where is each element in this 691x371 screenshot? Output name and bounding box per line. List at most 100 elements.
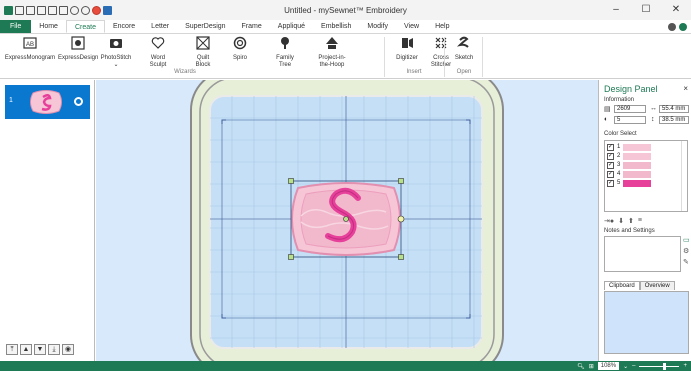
tab-letter[interactable]: Letter: [143, 20, 177, 33]
express-design-button[interactable]: ExpressDesign: [58, 36, 98, 62]
tab-view[interactable]: View: [396, 20, 427, 33]
digitizer-button[interactable]: Digitizer: [392, 36, 422, 62]
tab-row-icons: [668, 20, 691, 33]
resize-handle-bottom-right: [398, 254, 404, 260]
resize-handle-top-right: [398, 178, 404, 184]
color-checkbox[interactable]: ✓: [607, 170, 614, 178]
color-row[interactable]: ✓ 2: [607, 152, 652, 160]
sketch-icon: [456, 36, 469, 48]
stitch-count-icon: ▤: [604, 106, 611, 113]
ribbon-tab-row: File Home Create Encore Letter SuperDesi…: [0, 20, 691, 34]
color-row[interactable]: ✓ 5: [607, 179, 652, 187]
zoom-out-button[interactable]: –: [632, 363, 635, 369]
export-icon[interactable]: [48, 5, 57, 15]
move-up-button[interactable]: ▲: [20, 344, 32, 355]
color-checkbox[interactable]: ✓: [607, 179, 614, 187]
color-swatch: [623, 143, 652, 151]
save-as-icon[interactable]: [37, 5, 46, 15]
color-list-scrollbar[interactable]: [681, 141, 687, 211]
width-icon: ↔: [650, 105, 657, 112]
color-row[interactable]: ✓ 3: [607, 161, 652, 169]
design-panel-close-button[interactable]: ×: [683, 84, 688, 93]
redo-icon[interactable]: [81, 5, 90, 15]
color-select-label: Color Select: [604, 131, 637, 137]
minimize-button[interactable]: –: [601, 0, 631, 20]
color-checkbox[interactable]: ✓: [607, 161, 614, 169]
work-area[interactable]: [96, 80, 598, 361]
family-tree-button[interactable]: Family Tree: [270, 36, 300, 69]
tab-create[interactable]: Create: [65, 20, 105, 33]
maximize-button[interactable]: ☐: [631, 0, 661, 20]
tab-encore[interactable]: Encore: [105, 20, 143, 33]
color-sequence-buttons: ⇥● ⬇ ⬆ ≡: [604, 217, 642, 225]
tree-icon: [281, 37, 289, 49]
tab-overview[interactable]: Overview: [639, 281, 675, 290]
zoom-level[interactable]: 108%: [597, 362, 620, 370]
color-count-icon: ◐: [604, 116, 609, 123]
color-icon[interactable]: [92, 5, 101, 15]
thread-list-icon[interactable]: ≡: [638, 217, 642, 225]
design-panel: Design Panel × Information ▤ 2609 ↔ 55.4…: [598, 80, 691, 361]
tab-clipboard[interactable]: Clipboard: [604, 281, 640, 290]
move-to-bottom-button[interactable]: ⤓: [48, 344, 60, 355]
visibility-toggle-icon[interactable]: [74, 97, 83, 106]
comment-icon[interactable]: ▭: [683, 236, 691, 245]
move-to-top-button[interactable]: ⤒: [6, 344, 18, 355]
camera-icon: [110, 39, 122, 48]
close-button[interactable]: ✕: [661, 0, 691, 20]
tab-home[interactable]: Home: [31, 20, 66, 33]
zoom-dropdown-icon[interactable]: ⌄: [623, 363, 628, 370]
tab-superdesign[interactable]: SuperDesign: [177, 20, 233, 33]
color-group-icon[interactable]: ⇥●: [604, 217, 614, 225]
new-icon[interactable]: [15, 5, 24, 15]
move-color-up-icon[interactable]: ⬆: [628, 217, 634, 225]
express-monogram-button[interactable]: AB ExpressMonogram: [4, 36, 56, 62]
color-row[interactable]: ✓ 4: [607, 170, 652, 178]
design-thumbnail[interactable]: 1: [5, 85, 90, 119]
help-icon[interactable]: [679, 22, 687, 31]
color-row[interactable]: ✓ 1: [607, 143, 652, 151]
tab-file[interactable]: File: [0, 20, 32, 33]
zoom-icon[interactable]: 🔍︎: [577, 363, 585, 370]
digitizer-icon: [402, 38, 413, 48]
quilt-block-button[interactable]: Quilt Block: [188, 36, 218, 69]
cloud-icon[interactable]: [668, 22, 676, 31]
pencil-icon[interactable]: ✎: [683, 258, 691, 267]
app-icon: [4, 5, 13, 15]
zoom-slider[interactable]: [639, 362, 680, 370]
spiro-icon: [233, 36, 247, 50]
rotate-handle: [397, 215, 405, 223]
show-hide-button[interactable]: ◉: [62, 344, 74, 355]
gear-icon[interactable]: ⚙: [683, 247, 691, 256]
move-down-button[interactable]: ▼: [34, 344, 46, 355]
sketch-button[interactable]: Sketch: [450, 36, 478, 62]
project-in-the-hoop-button[interactable]: Project-in- the-Hoop: [312, 36, 352, 69]
notes-textarea[interactable]: [604, 236, 681, 272]
tab-help[interactable]: Help: [427, 20, 457, 33]
spiro-button[interactable]: Spiro: [228, 36, 252, 62]
information-label: Information: [604, 97, 635, 103]
color-checkbox[interactable]: ✓: [607, 152, 614, 160]
tab-modify[interactable]: Modify: [359, 20, 396, 33]
save-icon[interactable]: [26, 5, 35, 15]
status-bar: 🔍︎ ⊞ 108% ⌄ – +: [0, 361, 691, 371]
undo-icon[interactable]: [70, 5, 79, 15]
color-checkbox[interactable]: ✓: [607, 143, 614, 151]
design-panel-title: Design Panel: [604, 84, 658, 94]
ribbon: AB ExpressMonogram ExpressDesign PhotoSt…: [0, 34, 691, 79]
zoom-to-fit-icon[interactable]: ⊞: [589, 363, 594, 370]
tab-frame[interactable]: Frame: [234, 20, 270, 33]
zoom-in-button[interactable]: +: [683, 363, 687, 369]
word-sculpt-button[interactable]: Word Sculpt: [143, 36, 173, 69]
move-color-down-icon[interactable]: ⬇: [618, 217, 624, 225]
tab-applique[interactable]: Appliqué: [270, 20, 313, 33]
settings-icon[interactable]: [103, 5, 112, 15]
design-preview-image: [30, 90, 62, 114]
zoom-slider-knob[interactable]: [663, 362, 667, 370]
height-icon: ↕: [651, 116, 655, 123]
photostitch-button[interactable]: PhotoStitch ⌄: [99, 36, 133, 69]
clipboard-area[interactable]: [604, 291, 689, 354]
color-swatch: [623, 170, 652, 178]
print-icon[interactable]: [59, 5, 68, 15]
tab-embellish[interactable]: Embellish: [313, 20, 359, 33]
